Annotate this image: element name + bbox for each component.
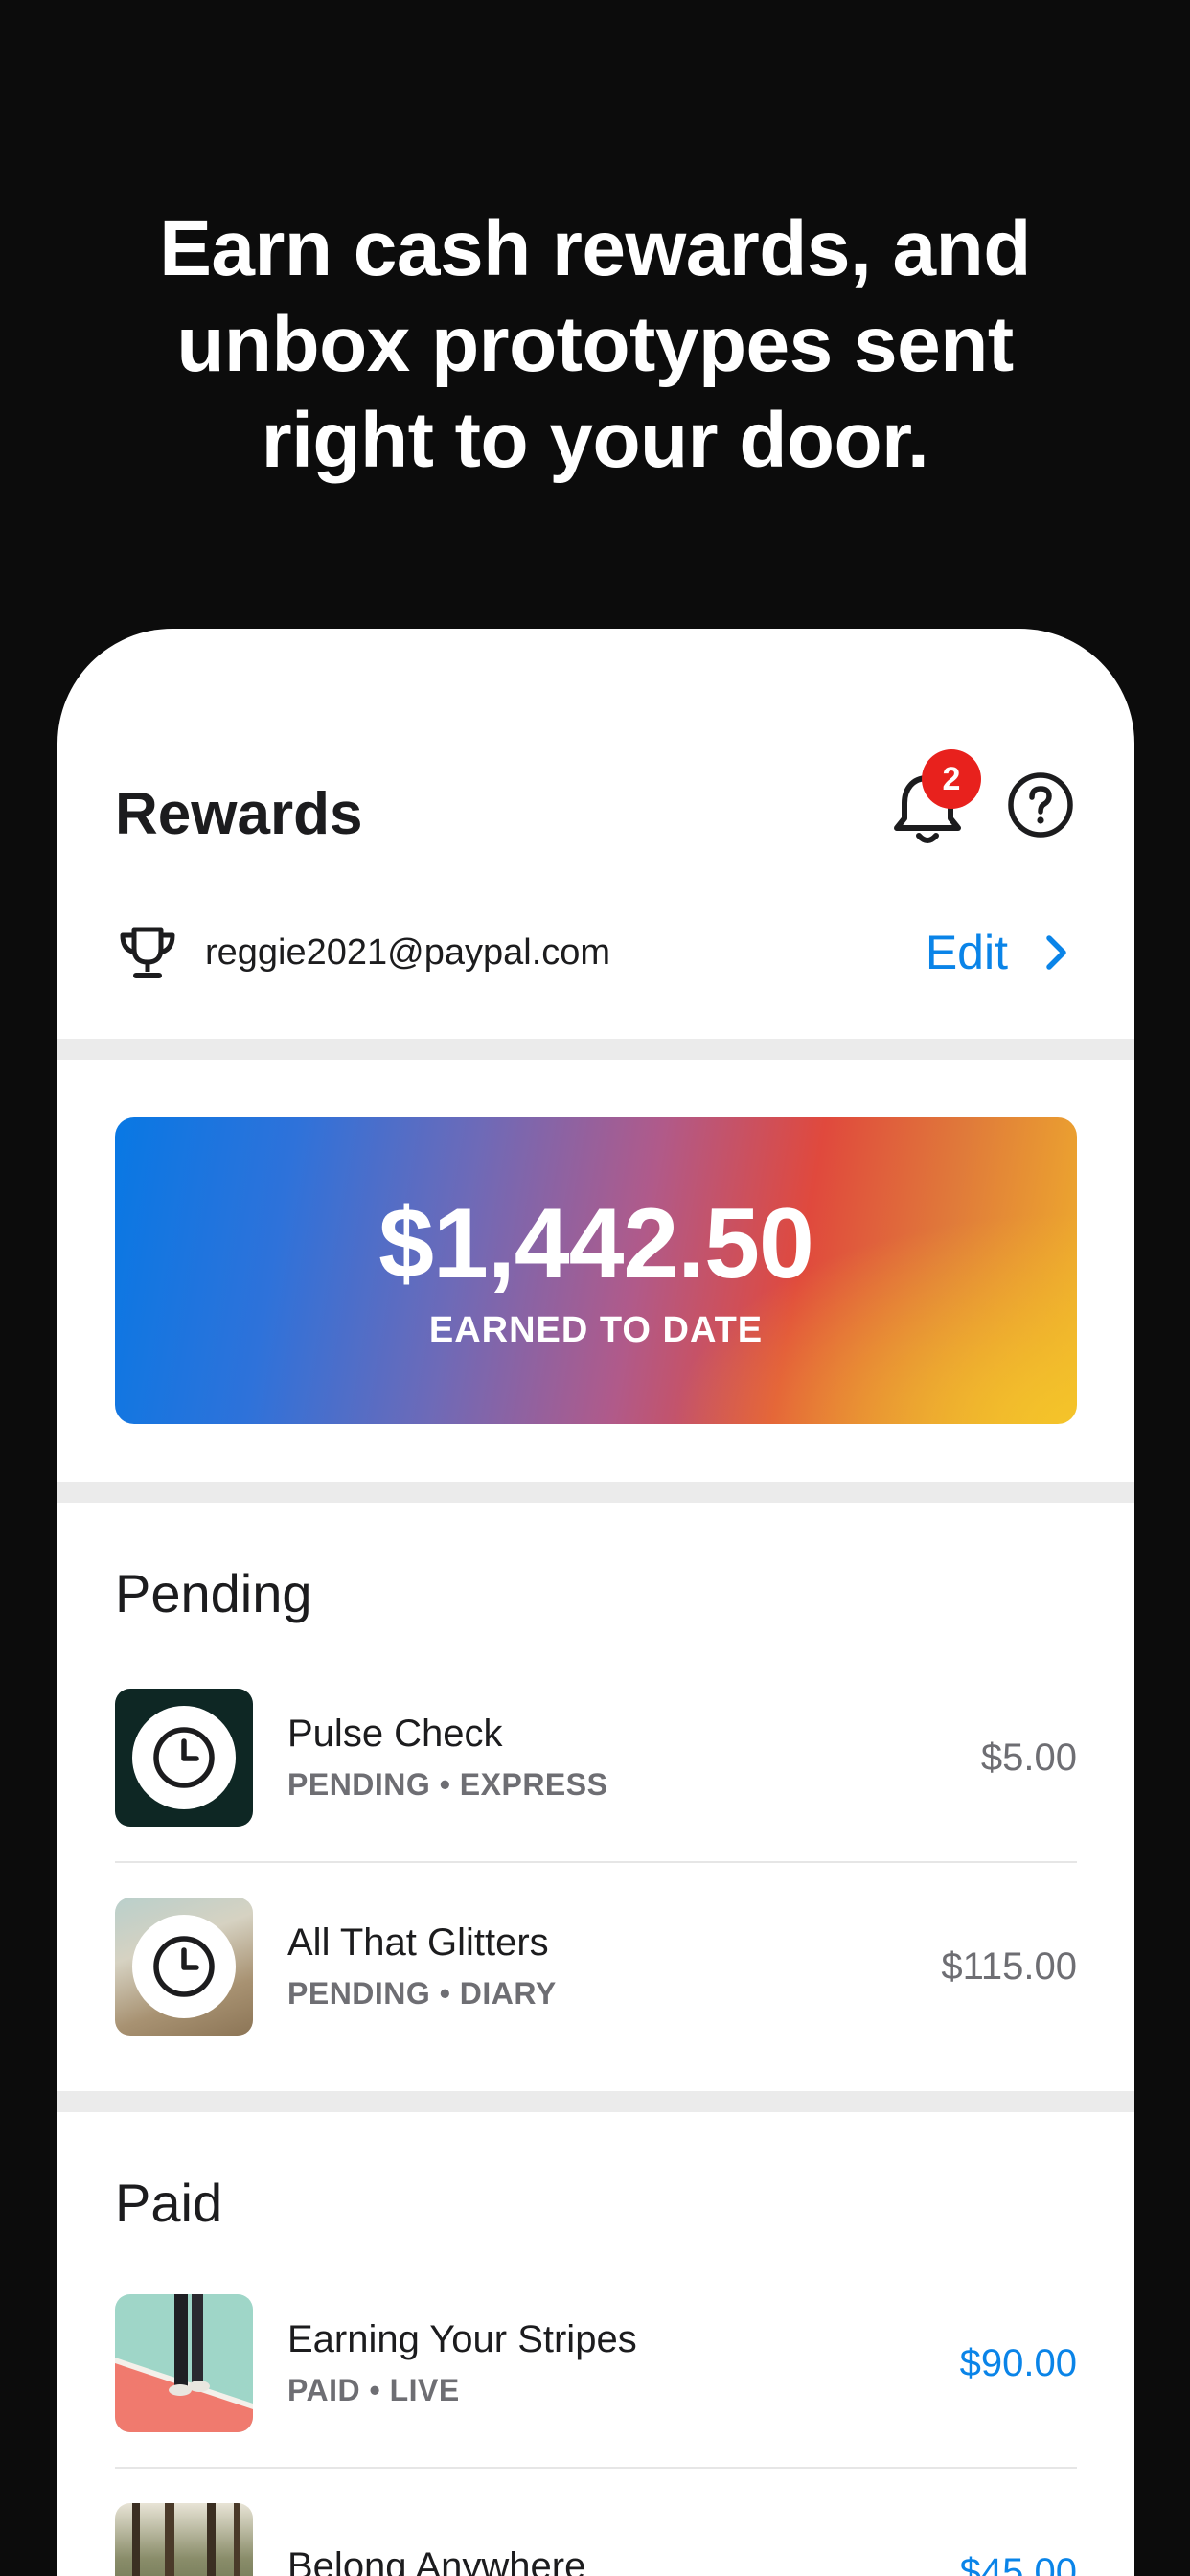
study-thumbnail <box>115 1898 253 2036</box>
item-name: Belong Anywhere <box>287 2544 586 2576</box>
item-amount: $45.00 <box>959 2550 1077 2576</box>
item-status: PENDING • DIARY <box>287 1976 557 2011</box>
section-divider <box>57 1039 1134 1060</box>
clock-icon <box>132 1915 236 2018</box>
section-divider <box>57 2091 1134 2112</box>
item-amount: $115.00 <box>941 1944 1077 1988</box>
marketing-headline: Earn cash rewards, and unbox prototypes … <box>0 201 1190 489</box>
study-thumbnail <box>115 2503 253 2576</box>
rewards-screen: Rewards 2 reggie2021@paypal.com Edit $1,… <box>57 629 1134 2576</box>
section-divider <box>57 1482 1134 1503</box>
clock-icon <box>132 1706 236 1809</box>
trophy-icon <box>120 927 175 978</box>
page-title: Rewards <box>115 781 363 847</box>
payout-account-row[interactable]: reggie2021@paypal.com Edit <box>115 914 1077 991</box>
earnings-label: EARNED TO DATE <box>428 1309 764 1350</box>
chevron-right-icon <box>1046 935 1066 970</box>
account-email: reggie2021@paypal.com <box>205 932 611 973</box>
item-status: PENDING • EXPRESS <box>287 1767 608 1802</box>
edit-account-button[interactable]: Edit <box>926 925 1077 980</box>
headline-line-2: unbox prototypes sent <box>176 301 1014 388</box>
list-item[interactable]: Earning Your Stripes PAID • LIVE $90.00 <box>115 2260 1077 2467</box>
forest-photo <box>132 2503 240 2576</box>
item-name: Pulse Check <box>287 1713 503 1755</box>
edit-label: Edit <box>925 926 1008 979</box>
notification-badge: 2 <box>922 749 981 809</box>
item-name: Earning Your Stripes <box>287 2318 637 2360</box>
stripes-photo <box>115 2294 253 2432</box>
paid-section-title: Paid <box>115 2173 223 2233</box>
study-thumbnail <box>115 1689 253 1827</box>
earnings-card: $1,442.50 EARNED TO DATE <box>115 1117 1077 1424</box>
list-item[interactable]: Belong Anywhere $45.00 <box>115 2469 1077 2576</box>
headline-line-3: right to your door. <box>261 397 929 484</box>
list-item[interactable]: Pulse Check PENDING • EXPRESS $5.00 <box>115 1654 1077 1861</box>
item-amount: $90.00 <box>959 2341 1077 2384</box>
item-amount: $5.00 <box>980 1736 1077 1779</box>
item-name: All That Glitters <box>287 1921 549 1964</box>
list-item[interactable]: All That Glitters PENDING • DIARY $115.0… <box>115 1863 1077 2070</box>
pending-section-title: Pending <box>115 1563 312 1623</box>
headline-line-1: Earn cash rewards, and <box>159 205 1031 292</box>
item-status: PAID • LIVE <box>287 2373 460 2407</box>
study-thumbnail <box>115 2294 253 2432</box>
help-icon[interactable] <box>1006 770 1075 840</box>
earnings-amount: $1,442.50 <box>378 1187 814 1300</box>
